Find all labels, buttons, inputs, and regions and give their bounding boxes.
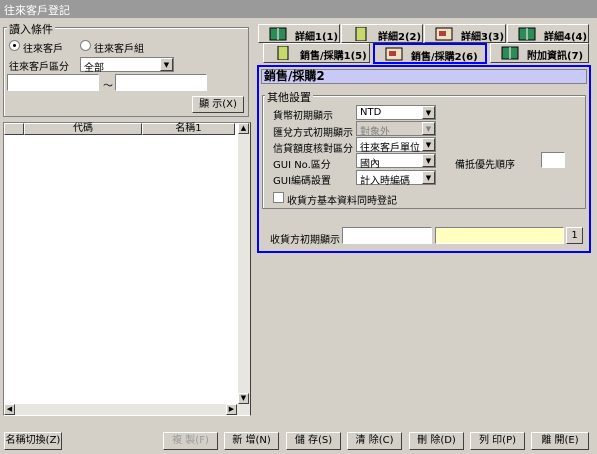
show-button[interactable]: 顯 示(X) [192,96,244,113]
tab-detail1[interactable]: 詳細1(1) [258,24,340,43]
other-settings-title: 其他設置 [265,89,313,105]
radio-group-label: 往來客戶組 [94,44,144,55]
new-button[interactable]: 新 增(N) [224,432,279,450]
priority-label: 備抵優先順序 [455,160,515,171]
document-icon [277,46,289,60]
receiver-register-checkbox[interactable] [273,192,284,203]
currency-label: 貨幣初期顯示 [273,111,333,122]
gui-no-value: 國內 [360,159,380,170]
tab-detail4[interactable]: 詳細4(4) [507,24,589,43]
chevron-down-icon[interactable]: ▼ [422,171,435,184]
close-button[interactable]: 離 開(E) [531,432,589,450]
clear-button[interactable]: 清 除(C) [347,432,402,450]
grid-header-name[interactable]: 名稱1 [142,123,235,135]
credit-value: 往來客戶單位 [360,143,420,154]
tab-detail2-label: 詳細2(2) [378,32,422,43]
grid-corner [4,123,24,135]
radio-group-dot[interactable] [80,40,91,51]
tab-detail4-label: 詳細4(4) [544,32,588,43]
chevron-down-icon: ▼ [422,122,435,135]
tab-detail1-label: 詳細1(1) [295,32,339,43]
chevron-down-icon[interactable]: ▼ [160,58,173,71]
tab-sales1-label: 銷售/採購1(5) [300,51,367,62]
tab-sales2[interactable]: 銷售/採購2(6) [373,43,487,64]
remit-value: 對象外 [360,127,390,138]
remit-select: 對象外 ▼ [356,121,436,138]
scroll-up-icon[interactable]: ▲ [238,123,249,134]
receiver-name-input [435,227,564,244]
grid-vertical-scrollbar[interactable] [238,123,250,415]
image-icon [385,47,403,61]
scroll-left-icon[interactable]: ◀ [4,404,15,415]
document-icon [355,27,367,41]
range-to-input[interactable] [115,74,207,91]
save-button[interactable]: 儲 存(S) [286,432,341,450]
range-separator: ～ [103,81,113,92]
remit-label: 匯兌方式初期顯示 [273,128,353,139]
tab-extra[interactable]: 附加資訊(7) [490,43,589,63]
chevron-down-icon[interactable]: ▼ [422,138,435,151]
grid-horizontal-scrollbar[interactable] [4,404,238,415]
currency-value: NTD [360,107,382,118]
tab-sales1[interactable]: 銷售/採購1(5) [263,43,370,63]
customer-grid[interactable] [3,122,251,416]
receiver-code-input[interactable] [342,227,432,244]
book-icon [501,46,519,60]
gui-code-value: 計入時編碼 [360,176,410,187]
book-icon [518,27,536,41]
panel-title: 銷售/採購2 [261,69,587,84]
name-switch-button[interactable]: 名稱切換(Z) [4,432,62,450]
credit-select[interactable]: 往來客戶單位 ▼ [356,137,436,154]
customer-type-label: 往來客戶區分 [9,62,69,73]
window-titlebar: 往來客戶登記 [0,0,597,18]
grid-header-code[interactable]: 代碼 [24,123,142,135]
radio-customer[interactable] [9,40,20,54]
chevron-down-icon[interactable]: ▼ [422,106,435,119]
gui-code-label: GUI編碼設置 [273,176,332,187]
print-button[interactable]: 列 印(P) [470,432,525,450]
scroll-right-icon[interactable]: ▶ [226,404,237,415]
customer-type-value: 全部 [84,63,104,74]
gui-no-label: GUI No.區分 [273,160,331,171]
copy-button: 複 製(F) [163,432,218,450]
range-from-input[interactable] [7,74,99,91]
radio-customer-dot[interactable] [9,40,20,51]
tab-detail3[interactable]: 詳細3(3) [424,24,506,43]
currency-select[interactable]: NTD ▼ [356,105,436,120]
tab-detail2[interactable]: 詳細2(2) [341,24,423,43]
tab-extra-label: 附加資訊(7) [527,51,584,62]
receiver-lookup-button[interactable]: 1 [566,227,583,244]
credit-label: 信貸額度核對區分 [273,144,353,155]
radio-customer-label: 往來客戶 [23,44,63,55]
book-icon [269,27,287,41]
image-icon [435,27,453,41]
tab-sales2-label: 銷售/採購2(6) [411,52,478,63]
delete-button[interactable]: 刪 除(D) [409,432,464,450]
gui-no-select[interactable]: 國內 ▼ [356,153,436,170]
customer-type-select[interactable]: 全部 ▼ [80,57,174,74]
receiver-register-label: 收貨方基本資料同時登記 [287,196,397,207]
gui-code-select[interactable]: 計入時編碼 ▼ [356,170,436,187]
radio-customer-group[interactable] [80,40,91,54]
read-conditions-title: 讀入條件 [7,21,55,37]
tab-detail3-label: 詳細3(3) [461,32,505,43]
receiver-label: 收貨方初期顯示 [270,235,340,246]
chevron-down-icon[interactable]: ▼ [422,154,435,167]
scroll-down-icon[interactable]: ▼ [238,393,249,404]
priority-input[interactable] [541,152,565,168]
